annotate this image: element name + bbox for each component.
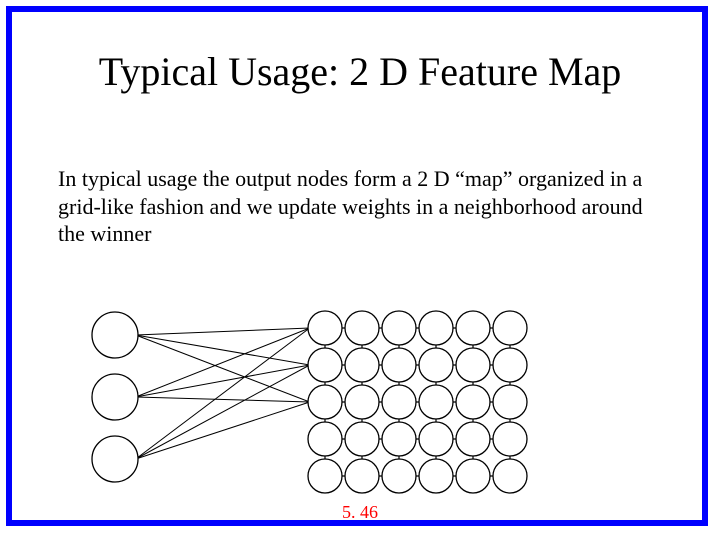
input-to-grid-link xyxy=(136,328,310,459)
grid-node xyxy=(382,385,416,419)
grid-node xyxy=(382,348,416,382)
grid-node xyxy=(345,348,379,382)
grid-node xyxy=(308,459,342,493)
input-to-grid-link xyxy=(136,335,310,365)
grid-node xyxy=(456,311,490,345)
grid-node xyxy=(345,385,379,419)
grid-node xyxy=(419,311,453,345)
grid-node xyxy=(345,311,379,345)
grid-node xyxy=(493,459,527,493)
grid-node xyxy=(419,385,453,419)
grid-node xyxy=(308,348,342,382)
page-number: 5. 46 xyxy=(0,502,720,523)
grid-node xyxy=(419,459,453,493)
grid-node xyxy=(456,385,490,419)
grid-node xyxy=(456,422,490,456)
grid-node xyxy=(419,422,453,456)
grid-node xyxy=(308,311,342,345)
slide-title: Typical Usage: 2 D Feature Map xyxy=(0,48,720,95)
input-to-grid-link xyxy=(136,365,310,459)
input-to-grid-link xyxy=(136,402,310,459)
grid-node xyxy=(382,459,416,493)
grid-node xyxy=(493,385,527,419)
grid-node xyxy=(382,422,416,456)
grid-node xyxy=(308,385,342,419)
feature-map-diagram xyxy=(70,305,630,525)
input-node xyxy=(92,374,138,420)
input-to-grid-link xyxy=(136,328,310,397)
grid-node xyxy=(493,422,527,456)
grid-node xyxy=(493,348,527,382)
grid-node xyxy=(419,348,453,382)
input-node xyxy=(92,312,138,358)
grid-node xyxy=(456,459,490,493)
input-node xyxy=(92,436,138,482)
grid-node xyxy=(308,422,342,456)
grid-node xyxy=(345,422,379,456)
grid-node xyxy=(382,311,416,345)
input-to-grid-link xyxy=(136,328,310,335)
grid-node xyxy=(493,311,527,345)
grid-node xyxy=(456,348,490,382)
body-line: In typical usage the output nodes form a… xyxy=(58,166,643,246)
input-to-grid-link xyxy=(136,397,310,402)
grid-node xyxy=(345,459,379,493)
slide-body: In typical usage the output nodes form a… xyxy=(58,165,658,248)
